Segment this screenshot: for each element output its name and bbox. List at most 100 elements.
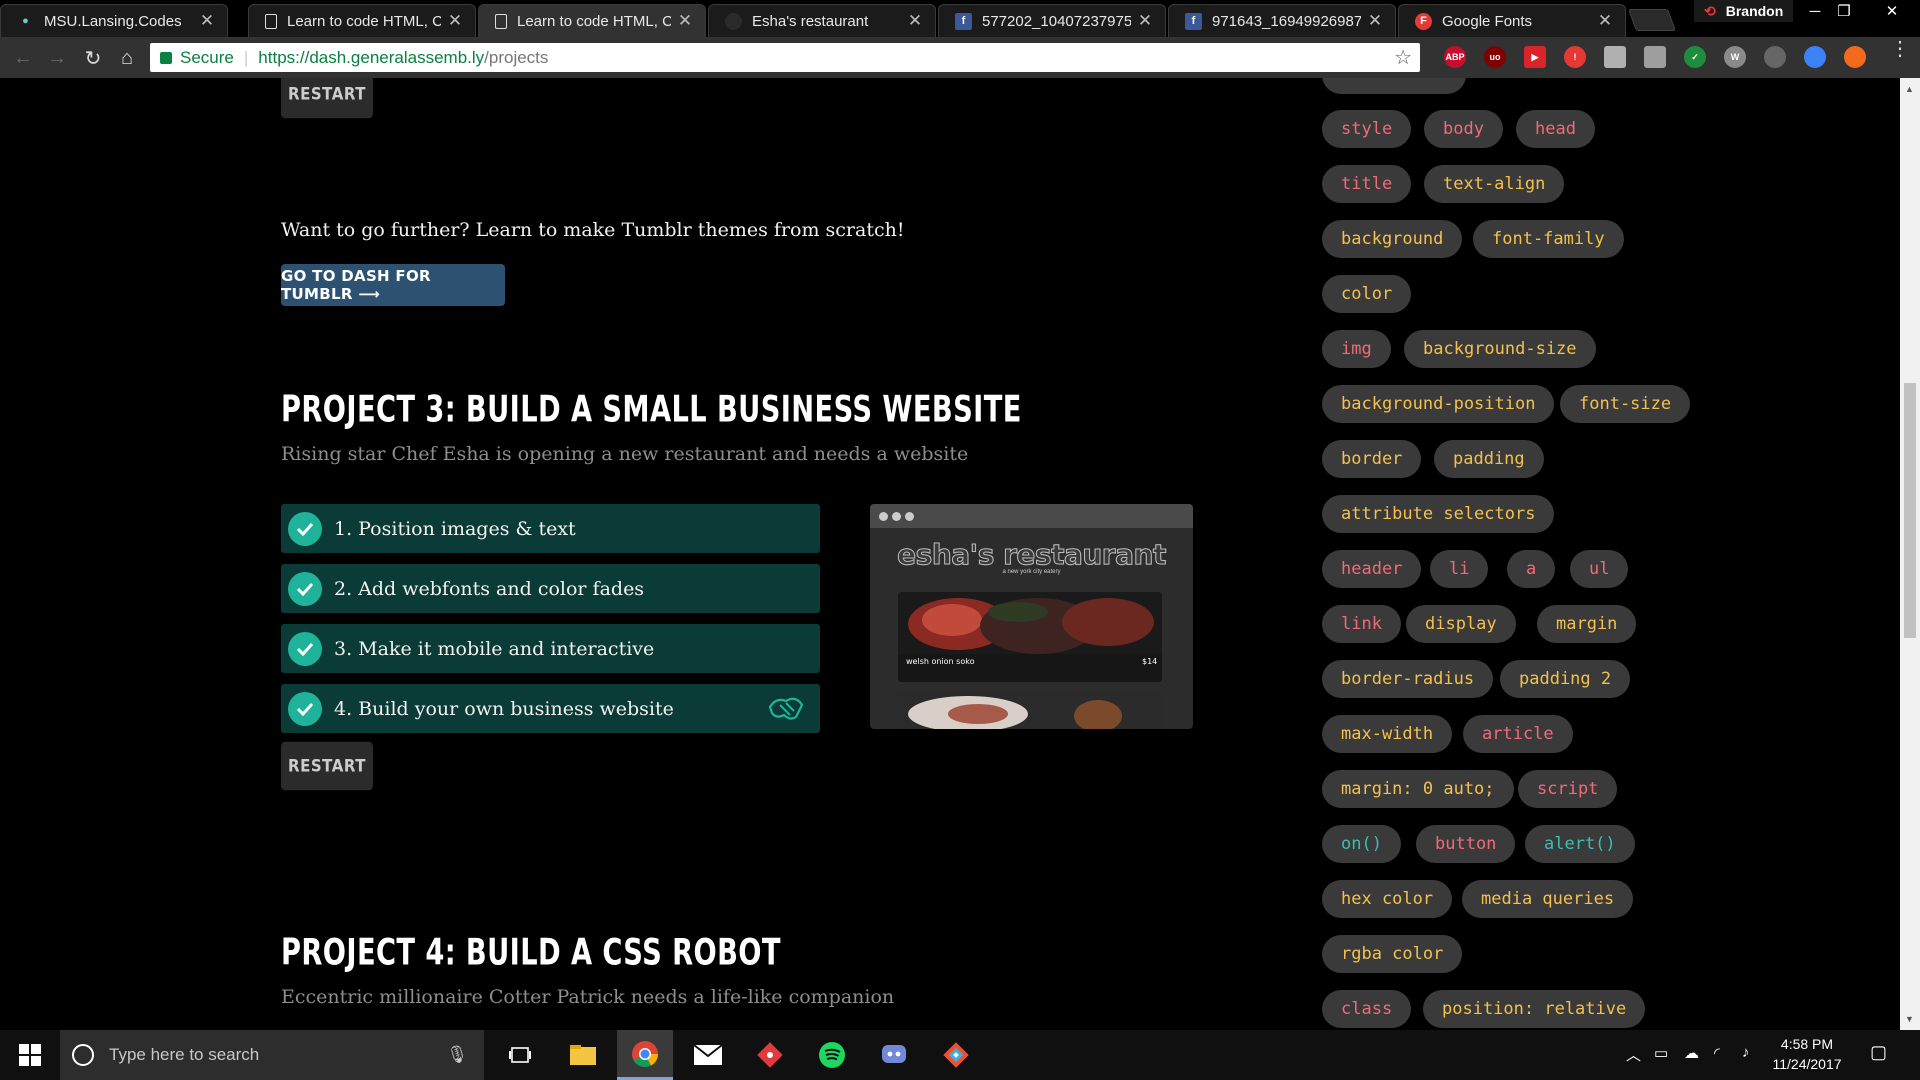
chrome-icon[interactable] (617, 1030, 673, 1080)
profile-button[interactable]: ⟲ Brandon (1694, 0, 1794, 22)
concept-tag[interactable]: head (1516, 110, 1595, 148)
concept-tag[interactable]: script (1518, 770, 1618, 808)
concept-tag[interactable]: class (1322, 990, 1412, 1028)
page-scrollbar[interactable]: ▲ ▼ (1900, 78, 1920, 1030)
tab-5[interactable]: f 971643_169499269877 ✕ (1168, 4, 1396, 37)
step-item[interactable]: 1. Position images & text (281, 504, 820, 553)
onedrive-icon[interactable]: ☁ (1684, 1044, 1699, 1062)
forward-icon[interactable]: → (44, 45, 70, 71)
concept-tag[interactable]: body (1424, 110, 1503, 148)
new-tab-button[interactable] (1627, 9, 1677, 31)
close-icon[interactable]: ✕ (199, 11, 215, 31)
close-icon[interactable]: ✕ (1137, 11, 1153, 31)
restart-button[interactable]: RESTART (281, 741, 373, 791)
tab-3[interactable]: Esha's restaurant ✕ (708, 4, 936, 37)
address-bar[interactable]: Secure | https://dash.generalassemb.ly /… (150, 43, 1420, 72)
adblock-plus-icon[interactable]: ABP (1444, 46, 1466, 68)
concept-tag[interactable]: attribute selectors (1322, 495, 1555, 533)
restart-button[interactable]: RESTART (281, 78, 373, 119)
back-icon[interactable]: ← (10, 45, 36, 71)
concept-tag[interactable]: max-width (1322, 715, 1453, 753)
tab-0[interactable]: ● MSU.Lansing.Codes ✕ (0, 4, 228, 37)
close-icon[interactable]: ✕ (1367, 11, 1383, 31)
home-icon[interactable]: ⌂ (114, 45, 140, 71)
concept-tag[interactable]: li (1430, 550, 1489, 588)
restore-icon[interactable]: ❐ (1830, 0, 1858, 22)
discord-icon[interactable] (866, 1030, 922, 1080)
concept-tag[interactable]: position: relative (1423, 990, 1646, 1028)
concept-tag[interactable]: background (1322, 220, 1463, 258)
concept-tag[interactable]: article (1463, 715, 1573, 753)
concept-tag[interactable]: rgba color (1322, 935, 1463, 973)
concept-tag[interactable]: title (1322, 165, 1412, 203)
step-item[interactable]: 2. Add webfonts and color fades (281, 564, 820, 613)
extension-box-icon[interactable] (1644, 46, 1666, 68)
bookmark-star-icon[interactable]: ☆ (1394, 45, 1412, 70)
extension-w-icon[interactable]: W (1724, 46, 1746, 68)
concept-tag[interactable]: background-position (1322, 385, 1555, 423)
step-item[interactable]: 3. Make it mobile and interactive (281, 624, 820, 673)
concept-tag[interactable]: padding 2 (1500, 660, 1631, 698)
tab-6[interactable]: F Google Fonts ✕ (1398, 4, 1626, 37)
extension-check-icon[interactable]: ✓ (1684, 46, 1706, 68)
extension-badge-icon[interactable] (1764, 46, 1786, 68)
task-view-icon[interactable] (492, 1030, 548, 1080)
extension-color-icon[interactable] (1804, 46, 1826, 68)
tumblr-button[interactable]: GO TO DASH FOR TUMBLR ⟶ (281, 264, 505, 306)
menu-icon[interactable]: ⋮ (1890, 39, 1910, 59)
battery-icon[interactable]: ▭ (1654, 1044, 1668, 1062)
file-explorer-icon[interactable] (555, 1030, 611, 1080)
close-icon[interactable]: ✕ (447, 11, 463, 31)
concept-tag[interactable]: display (1406, 605, 1516, 643)
show-hidden-icons[interactable]: ︿ (1626, 1044, 1641, 1065)
concept-tag[interactable]: ul (1570, 550, 1629, 588)
volume-icon[interactable]: ♪ (1742, 1044, 1750, 1061)
step-item[interactable]: 4. Build your own business website (281, 684, 820, 733)
concept-tag[interactable]: font-family (1473, 220, 1624, 258)
windows-start-icon[interactable] (0, 1030, 60, 1080)
concept-tag[interactable]: font-size (1560, 385, 1691, 423)
concept-tag[interactable]: on() (1322, 825, 1401, 863)
wifi-icon[interactable]: ◜ (1714, 1044, 1720, 1062)
git-icon[interactable] (928, 1030, 984, 1080)
concept-tag[interactable]: color (1322, 275, 1412, 313)
close-window-icon[interactable]: ✕ (1878, 0, 1906, 22)
close-icon[interactable]: ✕ (677, 11, 693, 31)
concept-tag[interactable] (1322, 78, 1466, 94)
concept-tag[interactable]: text-align (1424, 165, 1565, 203)
concept-tag[interactable]: link (1322, 605, 1401, 643)
concept-tag[interactable]: img (1322, 330, 1391, 368)
tab-1[interactable]: Learn to code HTML, C ✕ (248, 4, 476, 37)
close-icon[interactable]: ✕ (1597, 11, 1613, 31)
tab-4[interactable]: f 577202_104072379752 ✕ (938, 4, 1166, 37)
extension-red-icon[interactable]: ▶ (1524, 46, 1546, 68)
concept-tag[interactable]: margin (1537, 605, 1637, 643)
close-icon[interactable]: ✕ (907, 11, 923, 31)
scrollbar-thumb[interactable] (1904, 383, 1916, 638)
microphone-icon[interactable]: 🎙 (446, 1045, 468, 1065)
git-kraken-icon[interactable] (742, 1030, 798, 1080)
concept-tag[interactable]: border (1322, 440, 1422, 478)
taskbar-search[interactable]: Type here to search 🎙 (60, 1030, 484, 1080)
scroll-up-icon[interactable]: ▲ (1905, 84, 1914, 94)
concept-tag[interactable]: padding (1434, 440, 1544, 478)
concept-tag[interactable]: alert() (1525, 825, 1635, 863)
concept-tag[interactable]: border-radius (1322, 660, 1494, 698)
scroll-down-icon[interactable]: ▼ (1905, 1014, 1914, 1024)
spotify-icon[interactable] (804, 1030, 860, 1080)
concept-tag[interactable]: background-size (1404, 330, 1596, 368)
concept-tag[interactable]: margin: 0 auto; (1322, 770, 1514, 808)
concept-tag[interactable]: a (1507, 550, 1556, 588)
extension-alert-icon[interactable]: ! (1564, 46, 1586, 68)
concept-tag[interactable]: button (1416, 825, 1516, 863)
concept-tag[interactable]: style (1322, 110, 1412, 148)
tab-2[interactable]: Learn to code HTML, C ✕ (478, 4, 706, 37)
action-center-icon[interactable]: ▢ (1870, 1042, 1887, 1063)
concept-tag[interactable]: header (1322, 550, 1422, 588)
concept-tag[interactable]: hex color (1322, 880, 1453, 918)
concept-tag[interactable]: media queries (1462, 880, 1634, 918)
extension-gray-icon[interactable] (1604, 46, 1626, 68)
reload-icon[interactable]: ↻ (80, 45, 106, 71)
mail-icon[interactable] (680, 1030, 736, 1080)
extension-orange-icon[interactable] (1844, 46, 1866, 68)
